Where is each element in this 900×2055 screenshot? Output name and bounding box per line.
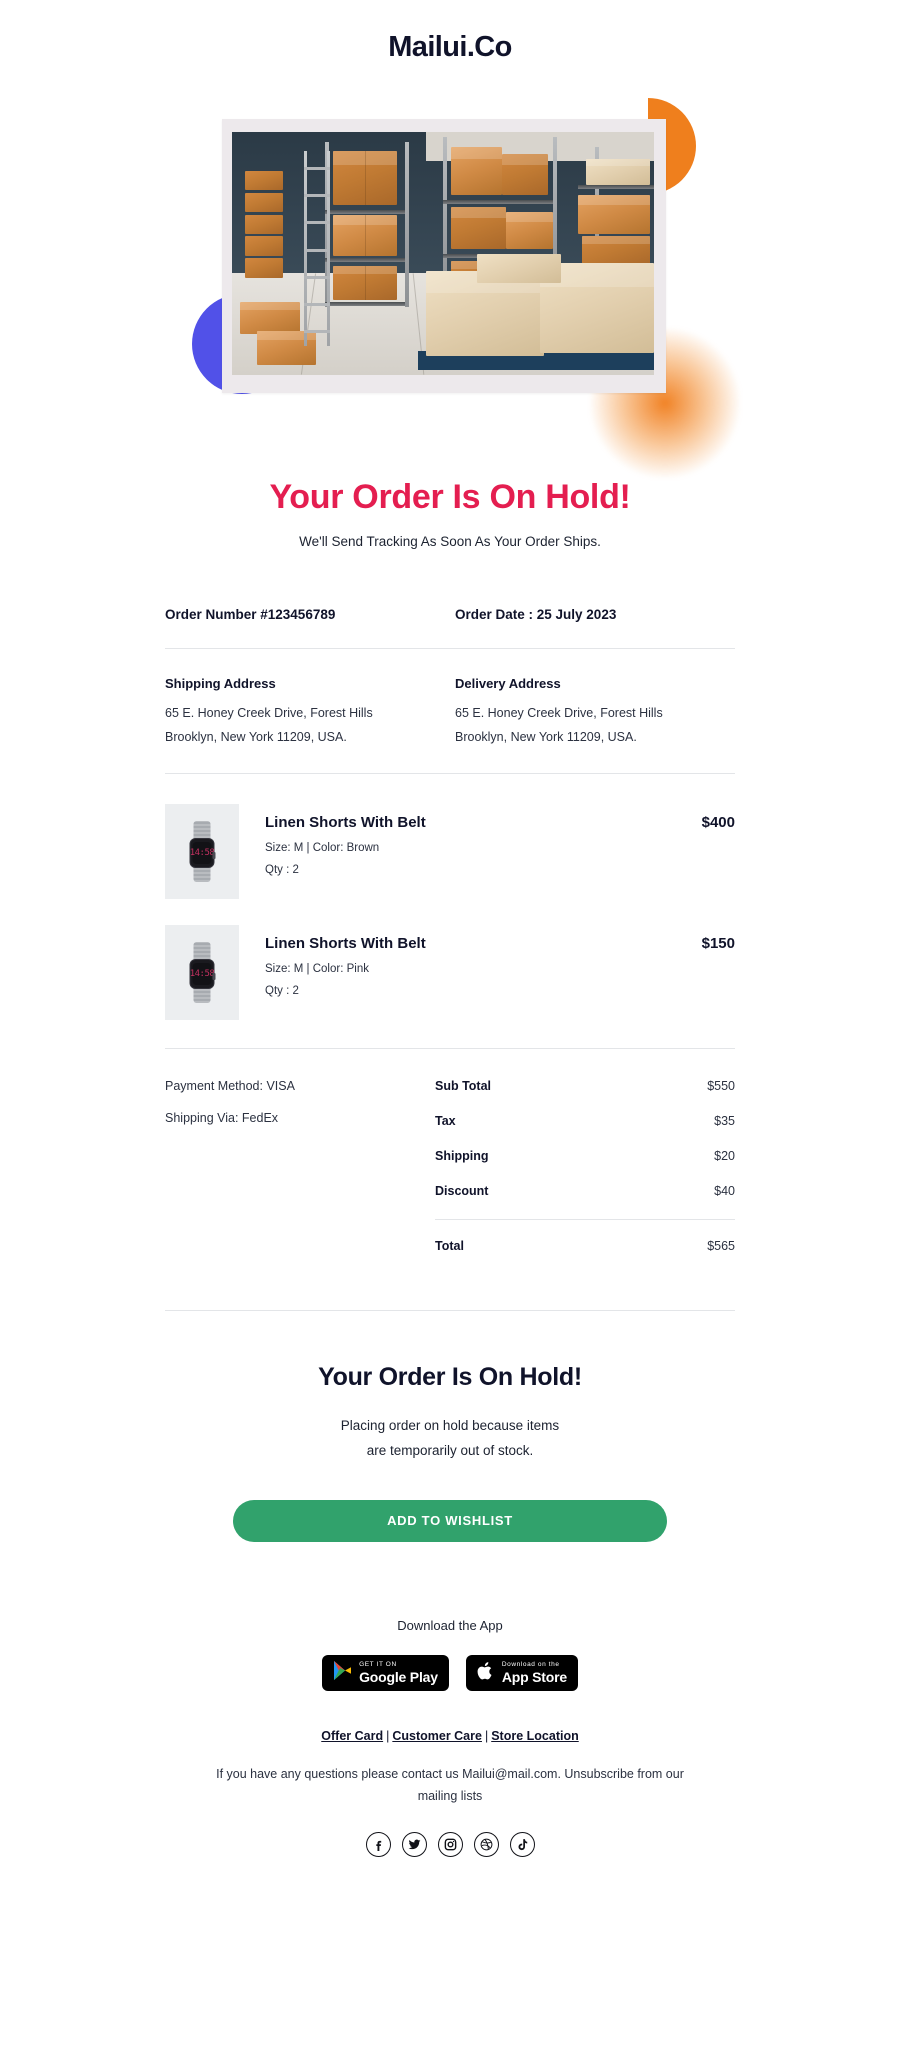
app-badges: GET IT ON Google Play Download on the Ap… [165, 1655, 735, 1691]
hero-warehouse-image [232, 132, 654, 375]
grand-total-value: $565 [707, 1239, 735, 1253]
hero-section [0, 83, 900, 478]
email-page: Mailui.Co Your Order Is On Hold! We'll S… [0, 0, 900, 1883]
footer-link-customer-care[interactable]: Customer Care [392, 1729, 482, 1743]
facebook-icon[interactable] [365, 1832, 391, 1857]
footer-link-store-location[interactable]: Store Location [491, 1729, 579, 1743]
table-row[interactable]: 14:58 Linen Shorts With Belt Size: M | C… [165, 899, 735, 1020]
shipping-via: Shipping Via: FedEx [165, 1111, 279, 1125]
email-footer: Offer Card | Customer Care | Store Location … [165, 1691, 735, 1857]
tiktok-icon[interactable] [509, 1832, 535, 1857]
footer-link-separator: | [484, 1729, 489, 1743]
product-variant: Size: M | Color: Pink [265, 963, 369, 975]
cta-title: Your Order Is On Hold! [318, 1363, 582, 1391]
google-play-badge[interactable]: GET IT ON Google Play [322, 1655, 449, 1691]
totals-value: $20 [714, 1149, 735, 1163]
totals-value: $550 [707, 1079, 735, 1093]
footer-links: Offer Card | Customer Care | Store Location [165, 1729, 735, 1743]
page-title: Your Order Is On Hold! [269, 478, 631, 516]
payment-info: Payment Method: VISA Shipping Via: FedEx [165, 1079, 435, 1274]
social-icons [165, 1832, 735, 1857]
brand-logo: Mailui.Co [388, 31, 512, 63]
google-play-icon [333, 1660, 352, 1686]
totals-label: Sub Total [435, 1079, 492, 1093]
cta-section: Your Order Is On Hold! Placing order on … [165, 1311, 735, 1542]
totals-row-subtotal: Sub Total $550 [435, 1079, 735, 1093]
totals-row-shipping: Shipping $20 [435, 1149, 735, 1163]
hero-image-frame [222, 119, 666, 393]
totals-table: Sub Total $550 Tax $35 Shipping $20 Disc… [435, 1079, 735, 1274]
dribbble-icon[interactable] [473, 1832, 499, 1857]
apple-icon [477, 1660, 495, 1687]
product-thumbnail: 14:58 [165, 804, 239, 899]
page-subtitle: We'll Send Tracking As Soon As Your Orde… [299, 534, 601, 549]
add-to-wishlist-button[interactable]: ADD TO WISHLIST [233, 1500, 667, 1542]
totals-value: $40 [714, 1184, 735, 1198]
shipping-address-block: Shipping Address 65 E. Honey Creek Drive… [165, 676, 455, 747]
footer-contact-text: If you have any questions please contact… [216, 1767, 684, 1803]
bottom-spacer [165, 1857, 735, 1883]
order-number: Order Number #123456789 [165, 607, 336, 622]
totals-row-tax: Tax $35 [435, 1114, 735, 1128]
order-date: Order Date : 25 July 2023 [455, 607, 617, 622]
app-download-section: Download the App GET IT ON Google Play D… [165, 1542, 735, 1691]
order-details: Order Number #123456789 Order Date : 25 … [165, 607, 735, 1883]
shipping-address-title: Shipping Address [165, 676, 276, 691]
totals-label: Tax [435, 1114, 456, 1128]
download-app-title: Download the App [397, 1618, 503, 1633]
product-variant: Size: M | Color: Brown [265, 842, 380, 854]
watch-face-time: 14:58 [190, 963, 215, 986]
product-qty: Qty : 2 [265, 985, 299, 997]
table-row[interactable]: 14:58 Linen Shorts With Belt Size: M | C… [165, 778, 735, 899]
product-qty: Qty : 2 [265, 864, 299, 876]
headline-block: Your Order Is On Hold! We'll Send Tracki… [0, 478, 900, 549]
twitter-icon[interactable] [401, 1832, 427, 1857]
cta-text-line1: Placing order on hold because items [340, 1418, 560, 1433]
totals-row-discount: Discount $40 [435, 1184, 735, 1198]
google-play-big-label: Google Play [359, 1669, 438, 1686]
app-store-big-label: App Store [501, 1669, 567, 1686]
totals-label: Shipping [435, 1149, 489, 1163]
footer-link-offer-card[interactable]: Offer Card [321, 1729, 383, 1743]
divider [435, 1219, 735, 1220]
payment-summary: Payment Method: VISA Shipping Via: FedEx… [165, 1049, 735, 1274]
delivery-address-block: Delivery Address 65 E. Honey Creek Drive… [455, 676, 735, 747]
smartwatch-icon: 14:58 [189, 959, 216, 990]
footer-link-separator: | [386, 1729, 390, 1743]
product-price: $150 [701, 935, 735, 952]
delivery-address-line1: 65 E. Honey Creek Drive, Forest Hills [455, 706, 663, 720]
delivery-address-line2: Brooklyn, New York 11209, USA. [455, 730, 637, 744]
totals-row-grand-total: Total $565 [435, 1239, 735, 1253]
google-play-small-label: GET IT ON [359, 1660, 397, 1668]
payment-method: Payment Method: VISA [165, 1079, 295, 1093]
email-header: Mailui.Co [0, 0, 900, 64]
shipping-address-line1: 65 E. Honey Creek Drive, Forest Hills [165, 706, 373, 720]
product-thumbnail: 14:58 [165, 925, 239, 1020]
cta-text-line2: are temporarily out of stock. [366, 1443, 534, 1458]
order-items: 14:58 Linen Shorts With Belt Size: M | C… [165, 774, 735, 1020]
totals-label: Discount [435, 1184, 489, 1198]
instagram-icon[interactable] [437, 1832, 463, 1857]
address-row: Shipping Address 65 E. Honey Creek Drive… [165, 649, 735, 747]
smartwatch-icon: 14:58 [189, 838, 216, 869]
grand-total-label: Total [435, 1239, 464, 1253]
product-name: Linen Shorts With Belt [265, 935, 426, 952]
product-price: $400 [701, 814, 735, 831]
app-store-badge[interactable]: Download on the App Store [465, 1655, 578, 1691]
cta-text: Placing order on hold because items are … [165, 1413, 735, 1463]
totals-value: $35 [714, 1114, 735, 1128]
product-name: Linen Shorts With Belt [265, 814, 426, 831]
app-store-small-label: Download on the [501, 1660, 560, 1668]
delivery-address-title: Delivery Address [455, 676, 561, 691]
order-meta-row: Order Number #123456789 Order Date : 25 … [165, 607, 735, 622]
watch-face-time: 14:58 [190, 842, 215, 865]
shipping-address-line2: Brooklyn, New York 11209, USA. [165, 730, 347, 744]
